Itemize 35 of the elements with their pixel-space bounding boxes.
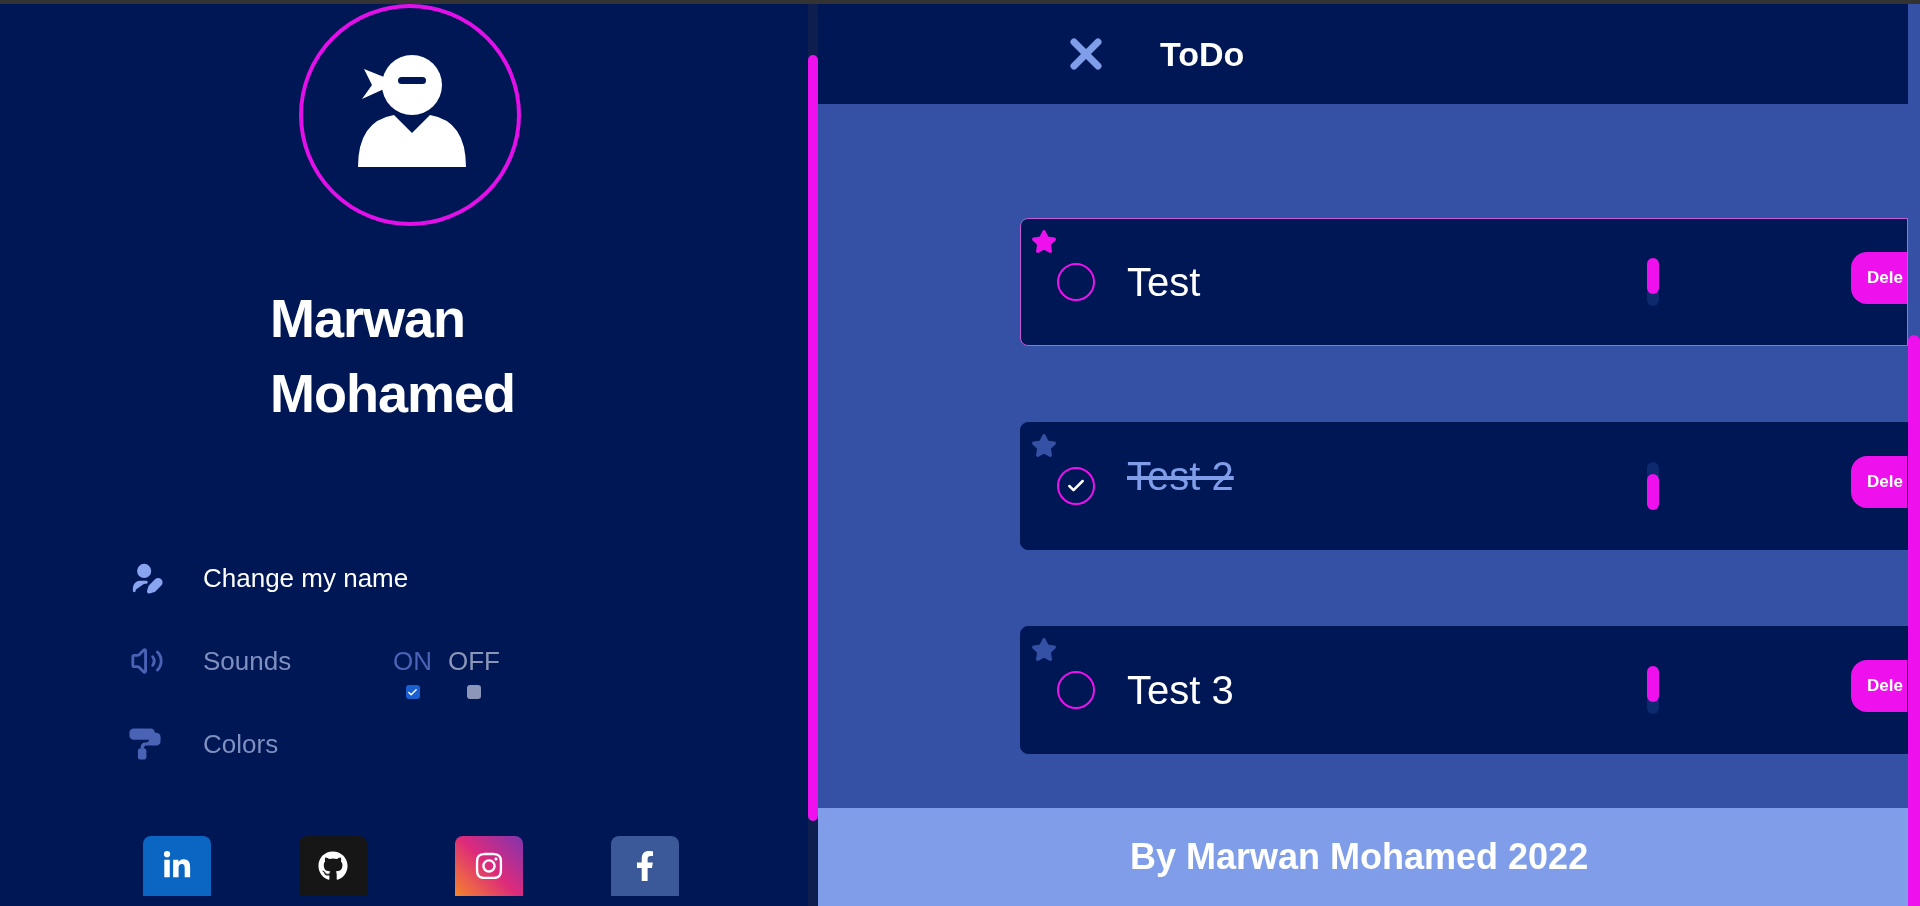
instagram-icon [474, 851, 504, 881]
social-link[interactable] [455, 836, 523, 896]
header-title: ToDo [1160, 33, 1245, 75]
priority-switch[interactable] [1647, 666, 1659, 714]
paint-roller-icon [128, 727, 162, 761]
toggle-label: ON [393, 645, 432, 678]
star-icon[interactable] [1031, 229, 1057, 255]
priority-switch[interactable] [1647, 258, 1659, 306]
menu-item[interactable]: Change my name [203, 558, 409, 598]
task-checkbox[interactable] [1057, 467, 1095, 505]
checkbox[interactable] [467, 685, 481, 699]
profile-name: Mohamed [270, 362, 517, 425]
menu-item[interactable]: Colors [203, 724, 393, 764]
toggle-label: OFF [448, 645, 500, 678]
task-checkbox[interactable] [1057, 671, 1095, 709]
star-icon[interactable] [1031, 433, 1057, 459]
menu-item[interactable]: Sounds [203, 641, 393, 681]
priority-switch[interactable] [1647, 462, 1659, 510]
check-icon [407, 686, 418, 698]
social-link[interactable] [299, 836, 367, 896]
task-text: Test 2 [1127, 453, 1235, 500]
scrollbar-thumb[interactable] [808, 55, 818, 821]
delete-button[interactable]: Dele [1851, 252, 1907, 304]
task-checkbox[interactable] [1057, 263, 1095, 301]
delete-button[interactable]: Dele [1851, 456, 1907, 508]
checkbox[interactable] [405, 685, 420, 699]
task-text: Test [1127, 259, 1202, 306]
footer-text: By Marwan Mohamed 2022 [1130, 835, 1589, 879]
delete-button[interactable]: Dele [1851, 660, 1907, 712]
task-text: Test 3 [1127, 667, 1235, 714]
social-link[interactable] [611, 836, 679, 896]
star-icon[interactable] [1031, 637, 1057, 663]
profile-name: Marwan [270, 287, 467, 350]
github-icon [318, 851, 348, 881]
scrollbar-thumb[interactable] [1908, 335, 1920, 906]
